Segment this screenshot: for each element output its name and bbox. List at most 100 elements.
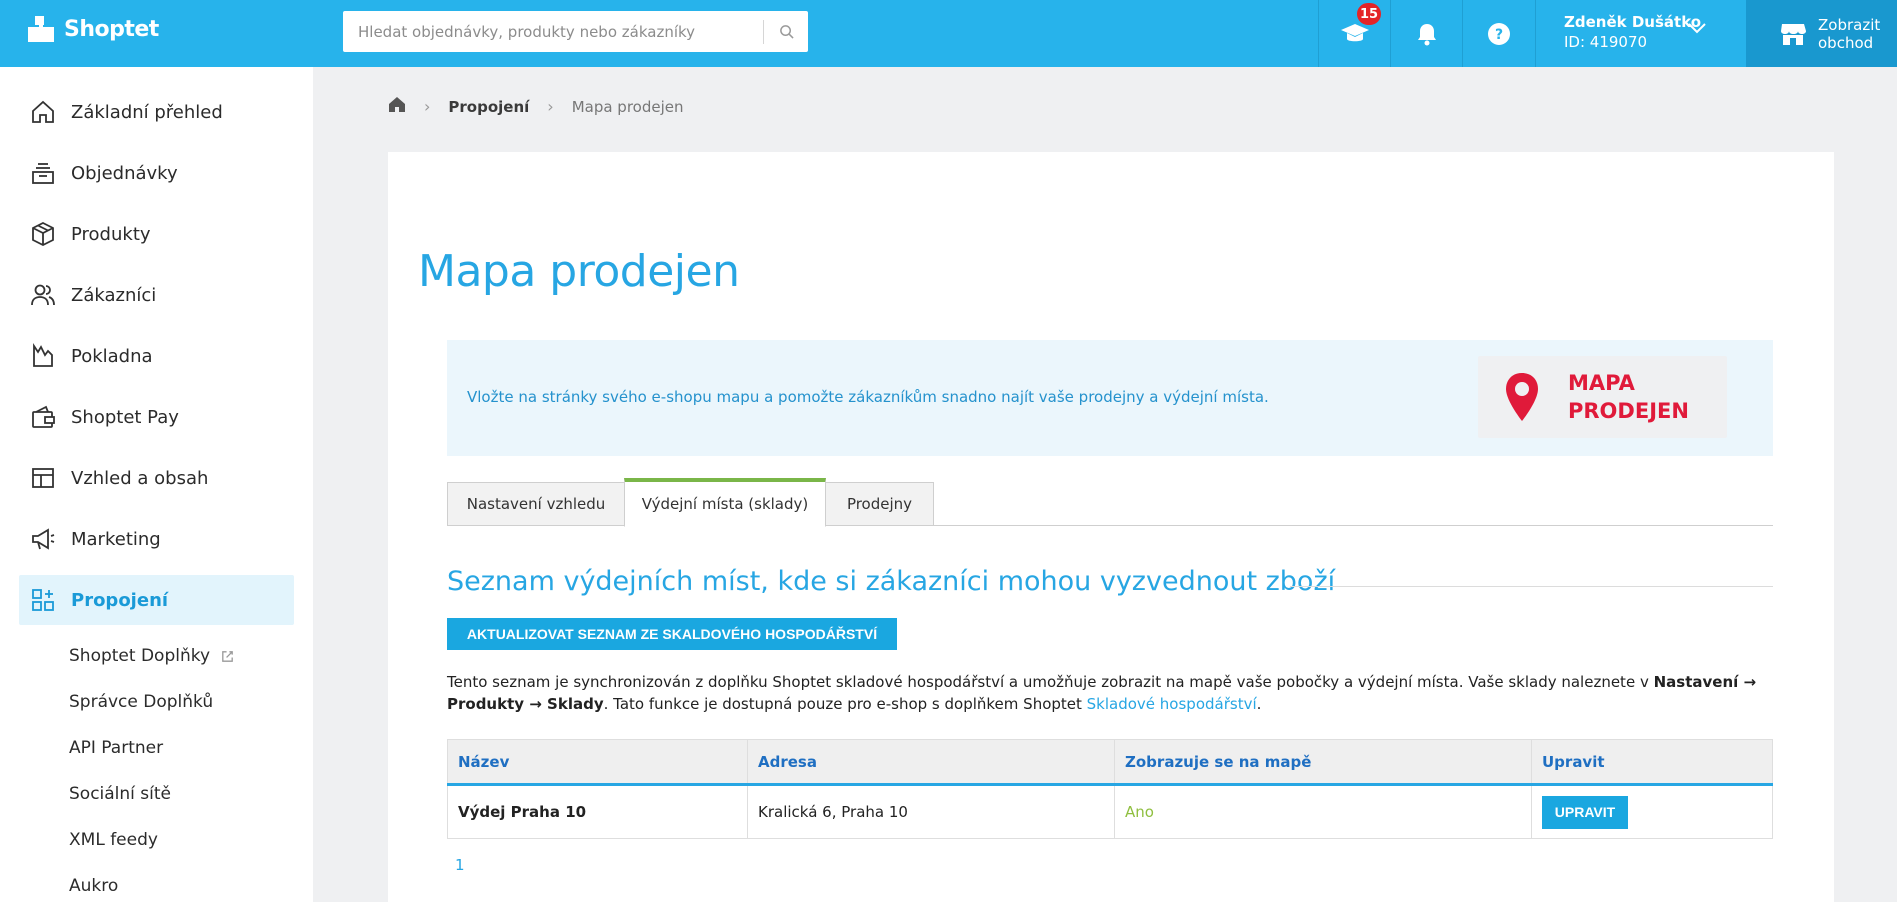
search-icon[interactable] [764,24,808,39]
sidebar-subitem-aukro[interactable]: Aukro [69,876,118,896]
cell-address: Kralická 6, Praha 10 [747,784,1115,839]
table-header-row: Název Adresa Zobrazuje se na mapě Upravi… [447,739,1773,786]
external-link-icon [222,650,233,662]
logo-text-line2: PRODEJEN [1568,399,1689,423]
main-card: Mapa prodejen Vložte na stránky svého e-… [388,152,1834,902]
user-name: Zdeněk Dušátko [1564,13,1702,31]
bell-icon [1417,23,1436,45]
sidebar-item-label: Vzhled a obsah [71,467,209,489]
cell-edit: UPRAVIT [1531,784,1773,839]
search-input[interactable]: Hledat objednávky, produkty nebo zákazní… [343,23,763,41]
box-icon [29,220,57,248]
chevron-down-icon [1688,23,1706,34]
info-banner: Vložte na stránky svého e-shopu mapu a p… [447,340,1773,456]
sidebar-item-label: Propojení [71,589,169,611]
top-bar: Shoptet Hledat objednávky, produkty nebo… [0,0,1897,67]
notifications-button[interactable] [1390,0,1462,67]
help-icon: ? [1488,22,1510,45]
description-part: . [1256,695,1262,713]
edit-button[interactable]: UPRAVIT [1542,795,1628,829]
sidebar-item-label: Shoptet Pay [71,406,179,428]
breadcrumb: › Propojení › Mapa prodejen [388,96,684,117]
sidebar-item-label: Objednávky [71,162,178,184]
column-header-address[interactable]: Adresa [747,739,1115,786]
sidebar-subitem-shoptet-addons[interactable]: Shoptet Doplňky [69,646,235,666]
sidebar-subitem-addon-manager[interactable]: Správce Doplňků [69,692,213,712]
breadcrumb-separator-icon: › [424,97,431,116]
sidebar-subitem-api-partner[interactable]: API Partner [69,738,163,758]
search-box[interactable]: Hledat objednávky, produkty nebo zákazní… [343,11,808,52]
breadcrumb-current: Mapa prodejen [571,97,684,116]
column-header-edit: Upravit [1531,739,1773,786]
breadcrumb-parent[interactable]: Propojení [448,98,529,116]
description-part: Tento seznam je synchronizován z doplňku… [447,673,1654,691]
shoptet-logo-icon [28,16,54,42]
tab-stores[interactable]: Prodejny [825,482,934,526]
sidebar-subitem-label: Shoptet Doplňky [69,646,211,666]
sidebar-item-customers[interactable]: Zákazníci [19,270,294,320]
breadcrumb-separator-icon: › [547,97,554,116]
cell-shown-on-map: Ano [1114,784,1532,839]
pickup-points-table: Název Adresa Zobrazuje se na mapě Upravi… [447,739,1773,839]
description-text: Tento seznam je synchronizován z doplňku… [447,671,1777,715]
page-title: Mapa prodejen [418,246,740,297]
sidebar-subitem-label: XML feedy [69,830,158,850]
pagination-page-1[interactable]: 1 [455,856,465,874]
shoptet-logo[interactable]: Shoptet [28,16,159,42]
tab-pickup-points[interactable]: Výdejní místa (sklady) [624,478,826,527]
logo-text-line1: MAPA [1568,371,1635,395]
sidebar-item-marketing[interactable]: Marketing [19,514,294,564]
sidebar-subitem-label: API Partner [69,738,164,758]
update-list-button[interactable]: AKTUALIZOVAT SEZNAM ZE SKALDOVÉHO HOSPOD… [447,618,897,650]
cash-register-icon [29,342,57,370]
sidebar-item-shoptet-pay[interactable]: Shoptet Pay [19,392,294,442]
wallet-icon [29,403,57,431]
sidebar-item-integrations[interactable]: Propojení [19,575,294,625]
sidebar-item-label: Základní přehled [71,101,223,123]
notification-badge: 15 [1355,1,1383,27]
app-name: Shoptet [64,16,159,42]
description-part: . Tato funkce je dostupná pouze pro e-sh… [603,695,1087,713]
cell-name: Výdej Praha 10 [447,784,748,839]
help-button[interactable]: ? [1462,0,1535,67]
sidebar-item-label: Zákazníci [71,284,157,306]
sidebar-item-appearance[interactable]: Vzhled a obsah [19,453,294,503]
breadcrumb-home-icon[interactable] [388,96,406,117]
sidebar-item-orders[interactable]: Objednávky [19,148,294,198]
warehouse-addon-link[interactable]: Skladové hospodářství [1087,695,1257,713]
home-icon [29,98,57,126]
layout-icon [29,464,57,492]
show-store-button[interactable]: Zobrazit obchod [1746,0,1897,67]
sidebar-item-cash-register[interactable]: Pokladna [19,331,294,381]
sidebar-item-products[interactable]: Produkty [19,209,294,259]
users-icon [29,281,57,309]
sidebar-subitem-label: Správce Doplňků [69,692,214,712]
section-title: Seznam výdejních míst, kde si zákazníci … [447,566,1336,597]
sidebar-item-label: Pokladna [71,345,153,367]
apps-icon [29,586,57,614]
sidebar: Základní přehled Objednávky Produkty Zák… [0,67,313,902]
show-store-label: Zobrazit obchod [1818,15,1881,52]
megaphone-icon [29,525,57,553]
sidebar-item-dashboard[interactable]: Základní přehled [19,87,294,137]
map-pin-icon [1506,373,1538,421]
sidebar-subitem-xml-feeds[interactable]: XML feedy [69,830,158,850]
section-divider [1290,586,1773,587]
svg-text:?: ? [1495,27,1503,43]
sidebar-item-label: Produkty [71,223,151,245]
store-icon [1781,23,1806,45]
orders-icon [29,159,57,187]
tab-bar: Nastavení vzhledu Výdejní místa (sklady)… [447,478,1773,527]
table-row: Výdej Praha 10 Kralická 6, Praha 10 Ano … [447,784,1773,839]
sidebar-subitem-label: Sociální sítě [69,784,172,804]
sidebar-subitem-label: Aukro [69,876,119,896]
column-header-name[interactable]: Název [447,739,748,786]
column-header-shown-on-map[interactable]: Zobrazuje se na mapě [1114,739,1532,786]
tab-appearance-settings[interactable]: Nastavení vzhledu [447,482,625,526]
academy-button[interactable]: 15 [1318,0,1390,67]
user-id: ID: 419070 [1564,33,1648,51]
sidebar-item-label: Marketing [71,528,161,550]
sidebar-subitem-social[interactable]: Sociální sítě [69,784,171,804]
store-map-logo: MAPA PRODEJEN [1478,356,1727,438]
user-menu[interactable]: Zdeněk Dušátko ID: 419070 [1535,0,1746,67]
